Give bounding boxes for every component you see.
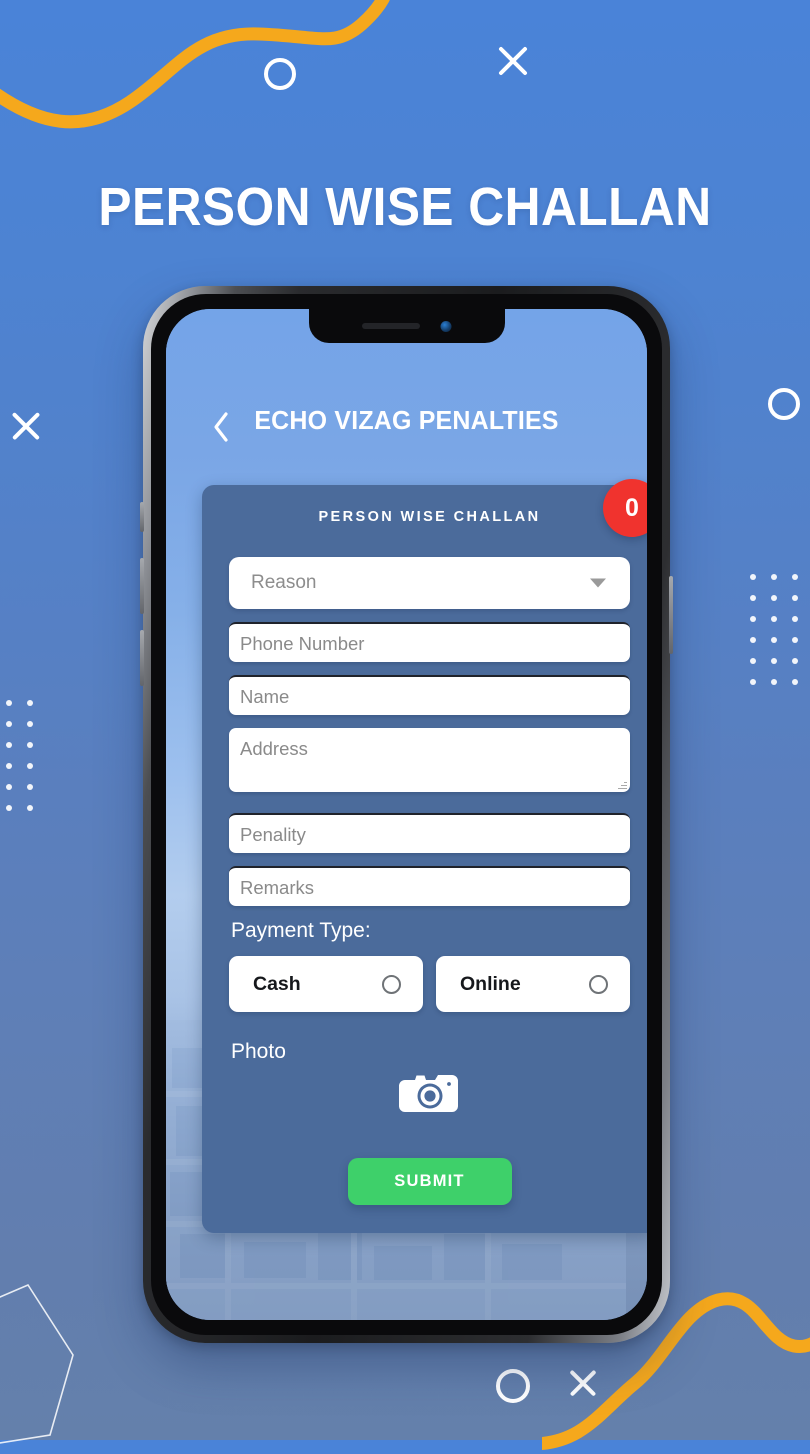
photo-capture-area[interactable] [229, 1070, 630, 1118]
radio-button-online[interactable] [589, 974, 608, 994]
phone-number-placeholder: Phone Number [240, 633, 365, 654]
photo-label: Photo [231, 1040, 286, 1063]
circle-outline-icon-bottom [496, 1369, 530, 1403]
remarks-placeholder: Remarks [240, 877, 315, 898]
payment-type-options: Cash Online [229, 956, 630, 1012]
x-mark-icon-left [8, 408, 44, 444]
card-header: PERSON WISE CHALLAN 0 [202, 479, 647, 557]
phone-mute-switch [140, 502, 144, 532]
challan-count-badge: 0 [603, 479, 647, 537]
payment-option-online[interactable]: Online [436, 956, 630, 1012]
submit-button[interactable]: SUBMIT [347, 1158, 512, 1205]
circle-outline-icon-top [264, 58, 296, 90]
camera-icon [398, 1075, 458, 1112]
address-textarea[interactable]: Address [229, 728, 630, 792]
app-bar: ECHO VIZAG PENALTIES [166, 405, 647, 451]
penality-placeholder: Penality [240, 824, 306, 845]
reason-placeholder: Reason [251, 572, 317, 593]
payment-option-cash[interactable]: Cash [229, 956, 423, 1012]
x-mark-icon-bottom [566, 1366, 600, 1400]
challan-form-card: PERSON WISE CHALLAN 0 Reason Phone Numbe… [202, 479, 647, 1233]
app-bar-title: ECHO VIZAG PENALTIES [254, 405, 559, 435]
page-title: PERSON WISE CHALLAN [98, 177, 712, 237]
phone-mockup: ECHO VIZAG PENALTIES PERSON WISE CHALLAN… [140, 286, 673, 1343]
polygon-outline-icon [0, 1283, 74, 1444]
reason-select[interactable]: Reason [229, 557, 630, 609]
circle-outline-icon-right [768, 388, 800, 420]
address-placeholder: Address [240, 738, 308, 759]
remarks-input[interactable]: Remarks [229, 866, 630, 906]
phone-volume-up-button [140, 558, 144, 614]
name-placeholder: Name [240, 686, 290, 707]
front-camera-icon [440, 321, 451, 332]
phone-volume-down-button [140, 630, 144, 686]
card-title: PERSON WISE CHALLAN [318, 509, 541, 525]
phone-power-button [669, 576, 673, 654]
radio-button-cash[interactable] [382, 974, 401, 994]
penality-input[interactable]: Penality [229, 813, 630, 853]
phone-screen: ECHO VIZAG PENALTIES PERSON WISE CHALLAN… [166, 309, 647, 1320]
resize-handle-icon[interactable] [618, 780, 627, 789]
dot-grid-right [750, 574, 810, 700]
name-input[interactable]: Name [229, 675, 630, 715]
chevron-down-icon [590, 578, 606, 588]
earpiece-speaker [361, 323, 420, 329]
phone-notch [308, 309, 505, 343]
payment-option-cash-label: Cash [253, 972, 301, 995]
x-mark-icon-top [494, 42, 532, 80]
wave-top-icon [0, 0, 390, 129]
challan-form: Reason Phone Number Name Address Penalit… [202, 557, 647, 1205]
payment-option-online-label: Online [460, 972, 521, 995]
submit-area: SUBMIT [229, 1158, 630, 1205]
payment-type-label: Payment Type: [231, 919, 371, 942]
phone-bezel: ECHO VIZAG PENALTIES PERSON WISE CHALLAN… [151, 294, 662, 1335]
phone-number-input[interactable]: Phone Number [229, 622, 630, 662]
dot-grid-left [6, 700, 48, 826]
